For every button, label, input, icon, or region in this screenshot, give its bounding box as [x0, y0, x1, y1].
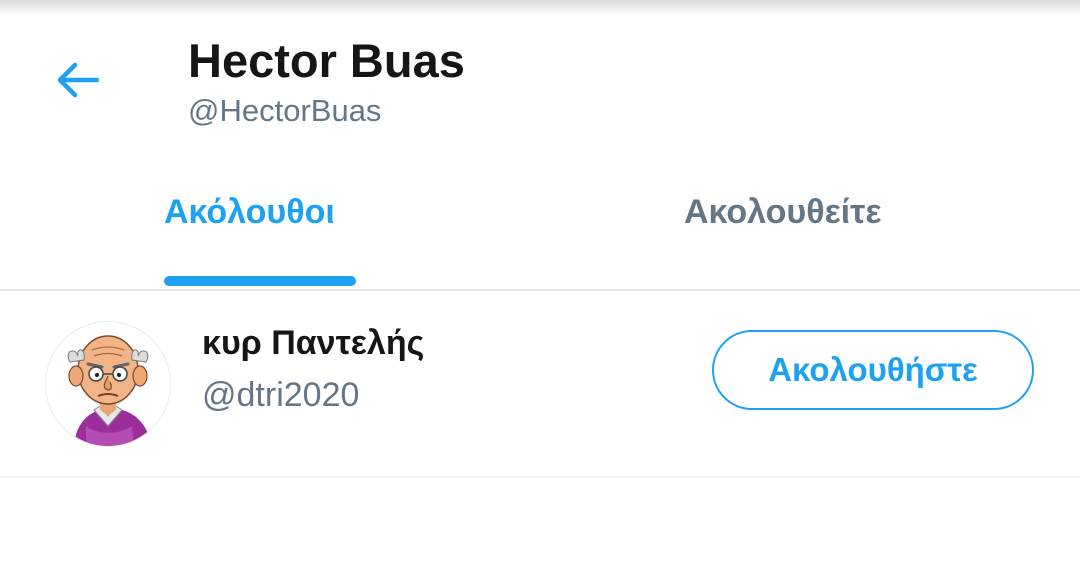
- avatar[interactable]: [45, 321, 171, 447]
- profile-title: Hector Buas: [188, 34, 465, 87]
- cartoon-old-man-avatar: [67, 335, 152, 446]
- row-divider: [0, 476, 1080, 478]
- back-button[interactable]: [50, 56, 106, 104]
- active-tab-indicator: [164, 276, 356, 286]
- tab-following[interactable]: Ακολουθείτε: [540, 160, 1080, 288]
- tab-followers-label: Ακόλουθοι: [164, 193, 335, 231]
- follow-button[interactable]: Ακολουθήστε: [712, 330, 1034, 410]
- tab-bar: Ακόλουθοι Ακολουθείτε: [0, 160, 1080, 290]
- tab-following-label: Ακολουθείτε: [684, 193, 882, 231]
- user-name[interactable]: κυρ Παντελής: [202, 324, 424, 363]
- tabs-divider: [0, 289, 1080, 291]
- user-handle: @dtri2020: [202, 376, 360, 414]
- list-item[interactable]: κυρ Παντελής @dtri2020 Ακολουθήστε: [0, 292, 1080, 476]
- arrow-left-icon: [57, 62, 100, 98]
- tab-followers[interactable]: Ακόλουθοι: [0, 160, 540, 288]
- profile-handle: @HectorBuas: [188, 93, 382, 128]
- profile-header: Hector Buas @HectorBuas: [0, 0, 1080, 160]
